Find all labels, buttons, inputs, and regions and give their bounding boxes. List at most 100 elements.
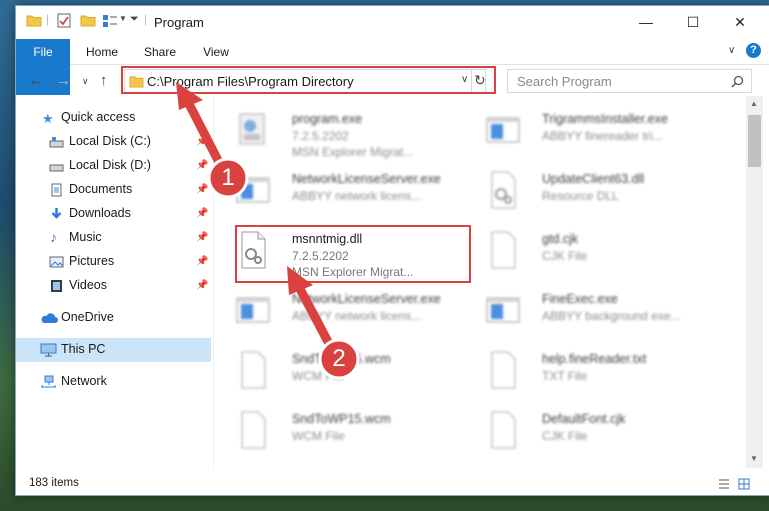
file-detail: ABBYY network licens... (292, 189, 422, 203)
sidebar-item-label: Downloads (69, 206, 131, 220)
step-2-label: 2 (332, 345, 346, 372)
pin-icon[interactable]: 📌 (196, 160, 208, 171)
sidebar-item-onedrive[interactable]: OneDrive (16, 306, 211, 330)
network-icon (41, 375, 56, 388)
drive-icon (49, 137, 64, 148)
pin-icon[interactable]: 📌 (196, 280, 208, 291)
details-view-icon[interactable] (718, 478, 730, 490)
file-name: program.exe (292, 112, 363, 126)
list-item[interactable]: TrigrammsInstaller.exe ABBYY finereader … (464, 104, 714, 160)
window-icon (486, 117, 520, 143)
back-arrow-icon[interactable]: ← (28, 72, 43, 89)
view-options-icon[interactable] (102, 13, 118, 28)
scrollbar-thumb[interactable] (748, 115, 761, 167)
file-detail: MSN Explorer Migrat... (292, 145, 414, 159)
properties-icon[interactable] (56, 13, 72, 28)
minimize-icon: — (639, 14, 653, 30)
search-placeholder: Search Program (517, 74, 612, 89)
pin-icon[interactable]: 📌 (196, 232, 208, 243)
new-folder-icon[interactable] (80, 13, 96, 28)
blank-file-icon (241, 351, 266, 389)
window-icon (236, 297, 270, 323)
sidebar-item-videos[interactable]: Videos 📌 (16, 274, 211, 298)
tab-view[interactable]: View (194, 39, 238, 65)
window-icon (236, 177, 270, 203)
file-detail: ABBYY background exe... (542, 309, 681, 323)
file-name: SndToWP15.wcm (292, 412, 391, 426)
help-icon[interactable]: ? (746, 43, 761, 58)
list-item[interactable]: NetworkLicenseServer.exe ABBYY network l… (214, 164, 464, 220)
file-detail: CJK File (542, 249, 588, 263)
expand-ribbon-icon[interactable]: ∨ (728, 45, 735, 56)
navigation-pane: ★ Quick access Local Disk (C:) 📌 Local D… (16, 96, 211, 468)
download-icon (51, 208, 62, 219)
chevron-down-icon[interactable]: ▼ (119, 14, 127, 23)
status-bar: 183 items (16, 468, 769, 495)
pin-icon[interactable]: 📌 (196, 256, 208, 267)
list-item[interactable]: help.fineReader.txt TXT File (464, 344, 714, 400)
up-arrow-icon[interactable]: ↑ (100, 72, 108, 89)
sidebar-item-downloads[interactable]: Downloads 📌 (16, 202, 211, 226)
separator: | (46, 12, 50, 26)
list-item[interactable]: program.exe 7.2.5.2202 MSN Explorer Migr… (214, 104, 464, 160)
search-icon[interactable] (731, 75, 744, 88)
sidebar-item-pictures[interactable]: Pictures 📌 (16, 250, 211, 274)
file-detail: Resource DLL (542, 189, 619, 203)
file-name: gtd.cjk (542, 232, 579, 246)
file-name: FineExec.exe (542, 292, 618, 306)
maximize-button[interactable]: ☐ (670, 6, 716, 38)
file-highlight-box (235, 225, 471, 283)
list-item[interactable]: UpdateClient63.dll Resource DLL (464, 164, 714, 220)
window-title: Program (154, 15, 204, 30)
close-icon: ✕ (734, 13, 746, 30)
pin-icon[interactable]: 📌 (196, 136, 208, 147)
list-item[interactable]: gtd.cjk CJK File (464, 224, 714, 280)
videos-icon (51, 280, 62, 292)
scroll-up-icon[interactable]: ▲ (750, 99, 758, 108)
blank-file-icon (491, 411, 516, 449)
pin-icon[interactable]: 📌 (196, 208, 208, 219)
sidebar-item-local-disk-c[interactable]: Local Disk (C:) 📌 (16, 130, 211, 154)
explorer-window: | ▼ ⏷ | Program — ☐ ✕ File Home Share Vi… (15, 5, 769, 496)
pin-icon[interactable]: 📌 (196, 184, 208, 195)
sidebar-item-label: Documents (69, 182, 133, 196)
sidebar-item-label: Music (69, 230, 102, 244)
sidebar-item-music[interactable]: ♪ Music 📌 (16, 226, 211, 250)
file-name: NetworkLicenseServer.exe (292, 292, 441, 306)
sidebar-item-local-disk-d[interactable]: Local Disk (D:) 📌 (16, 154, 211, 178)
sidebar-item-label: Pictures (69, 254, 115, 268)
list-item[interactable]: SndToWP15.wcm WCM File (214, 404, 464, 460)
file-name: help.fineReader.txt (542, 352, 647, 366)
list-item[interactable]: NetworkLicenseServer.exe ABBYY network l… (214, 284, 464, 340)
customize-toolbar-icon[interactable]: ⏷ (130, 13, 139, 26)
sidebar-item-quick-access[interactable]: ★ Quick access (16, 106, 211, 130)
file-detail: ABBYY finereader tri... (542, 129, 663, 143)
sidebar-item-label: Local Disk (C:) (69, 134, 151, 148)
step-1-label: 1 (221, 164, 235, 191)
tab-home[interactable]: Home (80, 39, 124, 65)
sidebar-item-network[interactable]: Network (16, 370, 211, 394)
forward-arrow-icon[interactable]: → (56, 72, 71, 89)
large-icons-view-icon[interactable] (738, 478, 750, 490)
sidebar-item-documents[interactable]: Documents 📌 (16, 178, 211, 202)
tab-share[interactable]: Share (138, 39, 182, 65)
close-button[interactable]: ✕ (717, 6, 763, 38)
blank-file-icon (241, 411, 266, 449)
ribbon-tabs: File Home Share View ∨ ? (16, 39, 769, 95)
scroll-down-icon[interactable]: ▼ (750, 454, 758, 463)
vertical-scrollbar[interactable]: ▲ ▼ (746, 96, 763, 468)
blank-file-icon (491, 351, 516, 389)
item-count: 183 items (29, 477, 79, 489)
documents-icon (51, 183, 62, 197)
minimize-button[interactable]: — (623, 6, 669, 38)
recent-locations-icon[interactable]: ∨ (82, 76, 89, 87)
list-item[interactable]: DefaultFont.cjk CJK File (464, 404, 714, 460)
file-name: UpdateClient63.dll (542, 172, 645, 186)
music-icon: ♪ (50, 229, 57, 245)
address-highlight-box (121, 66, 496, 94)
sidebar-item-this-pc[interactable]: This PC (16, 338, 211, 362)
list-item[interactable]: FineExec.exe ABBYY background exe... (464, 284, 714, 340)
search-input[interactable]: Search Program (507, 69, 752, 93)
maximize-icon: ☐ (686, 13, 700, 30)
file-name: DefaultFont.cjk (542, 412, 626, 426)
